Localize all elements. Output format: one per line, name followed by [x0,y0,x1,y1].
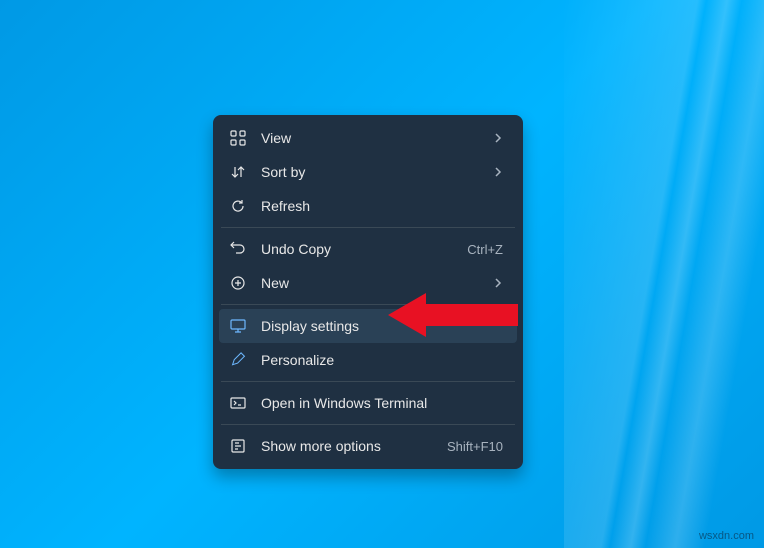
more-options-icon [229,437,247,455]
menu-label: Open in Windows Terminal [261,395,507,411]
refresh-icon [229,197,247,215]
chevron-right-icon [493,275,503,291]
chevron-right-icon [493,130,503,146]
chevron-right-icon [493,164,503,180]
menu-shortcut: Shift+F10 [447,439,503,454]
menu-shortcut: Ctrl+Z [467,242,503,257]
menu-item-personalize[interactable]: Personalize [219,343,517,377]
annotation-arrow [388,293,518,337]
menu-label: Show more options [261,438,447,454]
desktop-context-menu: View Sort by Refresh Undo Copy [213,115,523,469]
menu-label: View [261,130,493,146]
menu-separator [221,227,515,228]
undo-icon [229,240,247,258]
menu-label: Personalize [261,352,507,368]
menu-item-undo-copy[interactable]: Undo Copy Ctrl+Z [219,232,517,266]
wallpaper-light-rays [564,0,764,548]
sort-icon [229,163,247,181]
menu-separator [221,424,515,425]
menu-label: Sort by [261,164,493,180]
terminal-icon [229,394,247,412]
personalize-icon [229,351,247,369]
menu-label: New [261,275,493,291]
menu-item-refresh[interactable]: Refresh [219,189,517,223]
menu-item-sortby[interactable]: Sort by [219,155,517,189]
menu-separator [221,381,515,382]
menu-item-show-more[interactable]: Show more options Shift+F10 [219,429,517,463]
menu-item-terminal[interactable]: Open in Windows Terminal [219,386,517,420]
new-icon [229,274,247,292]
view-icon [229,129,247,147]
watermark: wsxdn.com [699,530,754,542]
menu-label: Refresh [261,198,507,214]
menu-label: Undo Copy [261,241,467,257]
menu-item-view[interactable]: View [219,121,517,155]
display-icon [229,317,247,335]
